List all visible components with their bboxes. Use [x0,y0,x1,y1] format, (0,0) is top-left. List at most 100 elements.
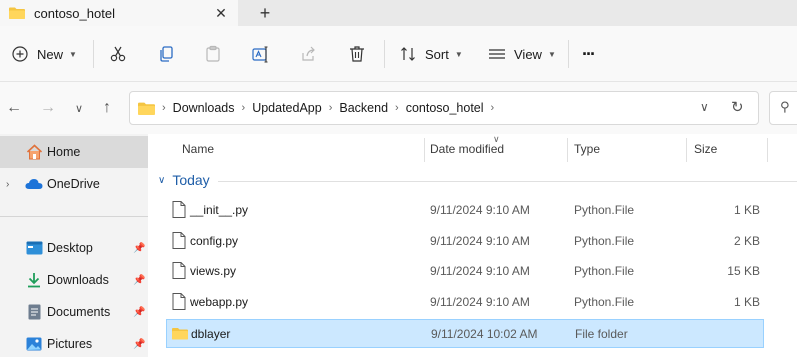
new-button[interactable]: New ▼ [12,38,77,70]
downloads-icon [25,272,43,288]
copy-button[interactable] [156,38,176,70]
forward-arrow-icon[interactable]: → [38,98,58,118]
chevron-down-icon: ▼ [69,49,77,59]
onedrive-icon [25,176,43,192]
list-item[interactable]: config.py 9/11/2024 9:10 AM Python.File … [166,226,764,255]
file-name: config.py [190,233,239,248]
sidebar-item-label: Documents [47,305,111,319]
chevron-down-icon: ∨ [158,174,166,186]
column-header-name[interactable]: Name [182,134,214,164]
trash-icon [350,46,364,62]
breadcrumb-contoso-hotel[interactable]: contoso_hotel [406,101,484,115]
tab-contoso-hotel[interactable]: contoso_hotel ✕ [0,0,238,26]
back-arrow-icon[interactable]: ← [4,98,24,118]
file-type: Python.File [574,233,635,248]
file-name: webapp.py [190,294,249,309]
paste-icon [206,45,220,62]
file-date: 9/11/2024 9:10 AM [430,263,530,278]
file-size: 15 KB [727,263,760,278]
folder-icon [172,328,188,340]
file-type: Python.File [574,263,635,278]
pin-icon[interactable]: 📌 [133,275,145,286]
file-size: 1 KB [733,294,760,309]
new-label: New [37,46,64,62]
list-item[interactable]: webapp.py 9/11/2024 9:10 AM Python.File … [166,287,764,316]
pictures-icon [25,336,43,352]
sidebar-item-label: Downloads [47,273,109,287]
cut-button[interactable] [108,38,128,70]
breadcrumb-updatedapp[interactable]: UpdatedApp [252,101,322,115]
list-item[interactable]: __init__.py 9/11/2024 9:10 AM Python.Fil… [166,195,764,224]
file-date: 9/11/2024 9:10 AM [430,202,530,217]
chevron-right-icon: › [162,102,166,114]
folder-icon [9,7,25,19]
column-header-date[interactable]: Date modified [430,134,504,164]
file-icon [172,262,186,279]
column-header-type[interactable]: Type [574,134,600,164]
more-options-button[interactable]: ··· [582,38,596,70]
chevron-down-icon: ▼ [454,49,463,59]
sidebar-item-onedrive[interactable]: › OneDrive [0,168,148,200]
delete-button[interactable] [347,38,367,70]
view-icon [489,49,505,59]
new-tab-button[interactable]: + [255,3,275,23]
search-icon: ⚲ [780,99,790,114]
file-name: views.py [190,263,237,278]
address-history-chevron-icon[interactable]: ∨ [700,100,709,114]
file-date: 9/11/2024 9:10 AM [430,294,530,309]
sidebar-item-documents[interactable]: Documents 📌 [0,296,148,328]
file-type: Python.File [574,294,635,309]
sidebar-item-downloads[interactable]: Downloads 📌 [0,264,148,296]
pin-icon[interactable]: 📌 [133,243,145,254]
group-label: Today [172,172,210,188]
share-button[interactable] [299,38,319,70]
search-input[interactable]: ⚲ [769,91,797,125]
file-size: 2 KB [733,233,760,248]
file-date: 9/11/2024 10:02 AM [431,326,538,341]
column-header-size[interactable]: Size [694,134,717,164]
sort-button[interactable]: Sort ▼ [400,38,463,70]
up-arrow-icon[interactable]: ↑ [97,98,117,118]
scissors-icon [110,46,126,62]
list-item-selected[interactable]: dblayer 9/11/2024 10:02 AM File folder [166,319,764,348]
recent-chevron-icon[interactable]: ∨ [69,98,89,118]
sidebar-item-label: Pictures [47,337,93,351]
file-type: File folder [575,326,628,341]
sidebar-divider [0,216,148,217]
sidebar-item-home[interactable]: Home [0,136,148,168]
file-icon [172,201,186,218]
chevron-down-icon: ▼ [547,49,556,59]
documents-icon [25,304,43,320]
pin-icon[interactable]: 📌 [133,339,145,350]
folder-icon [138,102,155,115]
paste-button[interactable] [203,38,223,70]
refresh-icon[interactable]: ↻ [731,98,744,116]
group-header-today[interactable]: ∨ Today [158,172,210,188]
desktop-icon [25,240,43,256]
rename-button[interactable] [251,38,271,70]
chevron-right-icon: › [328,102,333,114]
file-name: dblayer [191,326,231,341]
home-icon [25,144,43,160]
file-type: Python.File [574,202,635,217]
sidebar-item-pictures[interactable]: Pictures 📌 [0,328,148,357]
file-date: 9/11/2024 9:10 AM [430,233,530,248]
tab-title: contoso_hotel [34,5,115,21]
sort-label: Sort [425,46,449,62]
close-tab-icon[interactable]: ✕ [212,4,230,22]
file-size: 1 KB [733,202,760,217]
list-item[interactable]: views.py 9/11/2024 9:10 AM Python.File 1… [166,256,764,285]
view-button[interactable]: View ▼ [488,38,556,70]
breadcrumb-backend[interactable]: Backend [339,101,388,115]
chevron-right-icon[interactable]: › [6,179,9,190]
address-bar[interactable]: › Downloads › UpdatedApp › Backend › con… [129,91,759,125]
share-icon [302,46,315,61]
file-list: ∨ Name Date modified Type Size ∨ Today _… [148,134,797,357]
rename-icon [252,46,268,63]
file-icon [172,293,186,310]
sidebar-item-desktop[interactable]: Desktop 📌 [0,232,148,264]
pin-icon[interactable]: 📌 [133,307,145,318]
tab-bar: contoso_hotel ✕ + [0,0,797,26]
sort-icon [401,47,415,61]
breadcrumb-downloads[interactable]: Downloads [173,101,235,115]
